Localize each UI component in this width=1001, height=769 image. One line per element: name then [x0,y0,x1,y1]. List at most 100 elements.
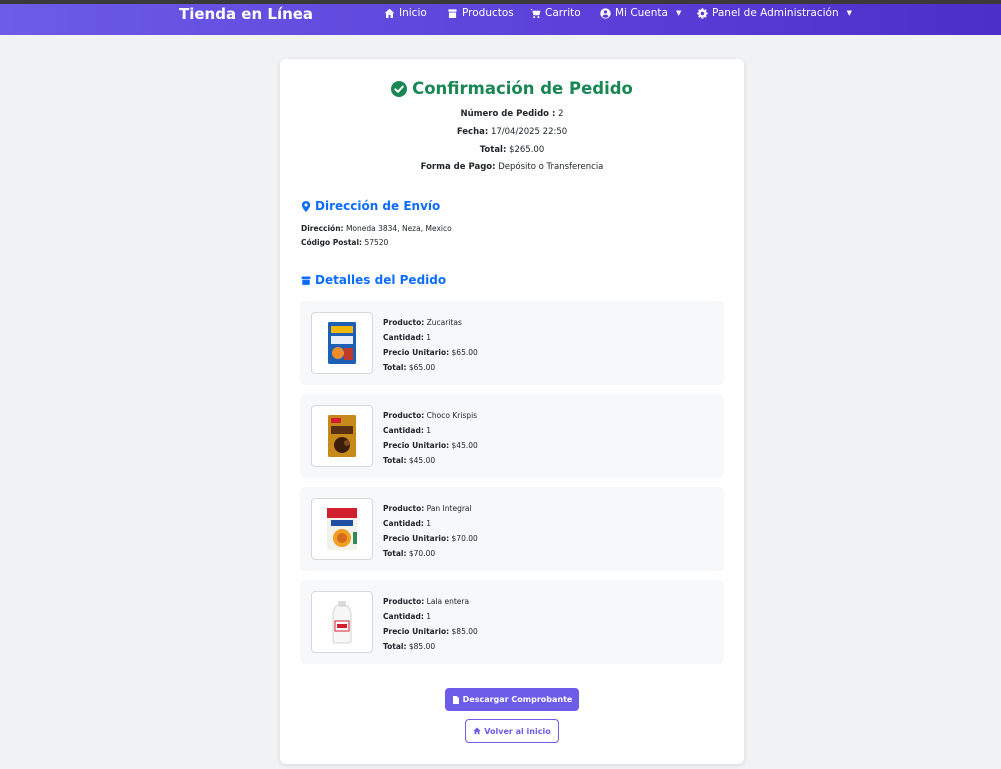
file-icon [452,695,459,704]
quantity-label: Cantidad: [383,333,424,342]
item-total-value: $85.00 [408,642,436,651]
user-circle-icon [600,7,611,19]
unit-price-label: Precio Unitario: [383,627,450,636]
nav-mi-cuenta-label: Mi Cuenta [615,7,668,19]
back-home-label: Volver al inicio [484,726,551,736]
chevron-down-icon: ▼ [846,9,853,17]
product-image [311,312,373,374]
payment-method-label: Forma de Pago: [420,162,496,172]
shipping-address-value: Moneda 3834, Neza, Mexico [345,224,452,233]
order-total-value: $265.00 [509,145,545,155]
nav-productos-label: Productos [462,7,514,19]
order-item-details: Producto: Lala entera Cantidad: 1 Precio… [383,594,478,654]
order-number-label: Número de Pedido : [460,109,556,119]
item-total-value: $65.00 [408,363,436,372]
order-date-value: 17/04/2025 22:50 [490,127,568,137]
home-icon [473,727,481,735]
order-item: Producto: Choco Krispis Cantidad: 1 Prec… [300,394,724,478]
shipping-heading: Dirección de Envío [301,199,440,213]
order-total-label: Total: [479,145,507,155]
quantity-value: 1 [426,426,432,435]
shipping-zip-line: Código Postal: 57520 [301,238,388,247]
quantity-label: Cantidad: [383,612,424,621]
cereal-box-image [327,508,357,550]
brand-link[interactable]: Tienda en Línea [179,5,313,23]
product-image [311,591,373,653]
unit-price-label: Precio Unitario: [383,348,450,357]
product-name: Choco Krispis [426,411,478,420]
quantity-label: Cantidad: [383,426,424,435]
order-confirmation-card: Confirmación de Pedido Número de Pedido … [280,59,744,764]
cart-icon [530,8,541,18]
order-total-line: Total: $265.00 [280,145,744,155]
order-number-line: Número de Pedido : 2 [280,109,744,119]
payment-method-line: Forma de Pago: Depósito o Transferencia [280,162,744,172]
box-icon [301,275,311,285]
quantity-value: 1 [426,333,432,342]
nav-carrito[interactable]: Carrito [530,7,581,19]
unit-price-value: $45.00 [451,441,478,450]
unit-price-label: Precio Unitario: [383,441,450,450]
quantity-value: 1 [426,519,432,528]
product-label: Producto: [383,411,425,420]
nav-admin-panel-label: Panel de Administración [712,7,839,19]
order-date-label: Fecha: [456,127,489,137]
quantity-label: Cantidad: [383,519,424,528]
product-name: Pan Integral [426,504,472,513]
milk-bottle-image [332,601,352,644]
item-total-label: Total: [383,363,407,372]
gear-icon [697,7,708,19]
shipping-address-line: Dirección: Moneda 3834, Neza, Mexico [301,224,452,233]
shipping-zip-label: Código Postal: [301,238,363,247]
order-item-details: Producto: Zucaritas Cantidad: 1 Precio U… [383,315,478,375]
details-heading-text: Detalles del Pedido [315,273,447,287]
order-item: Producto: Lala entera Cantidad: 1 Precio… [300,580,724,664]
order-item: Producto: Zucaritas Cantidad: 1 Precio U… [300,301,724,385]
item-total-value: $70.00 [408,549,436,558]
order-date-line: Fecha: 17/04/2025 22:50 [280,127,744,137]
nav-productos[interactable]: Productos [447,7,514,19]
cereal-box-image [328,415,356,457]
shipping-zip-value: 57520 [364,238,389,247]
download-receipt-button[interactable]: Descargar Comprobante [445,688,579,711]
shipping-heading-text: Dirección de Envío [315,199,441,213]
page-title-text: Confirmación de Pedido [412,79,633,98]
product-image [311,498,373,560]
product-name: Lala entera [426,597,470,606]
shipping-address-label: Dirección: [301,224,344,233]
check-circle-icon [391,80,408,97]
order-item-details: Producto: Pan Integral Cantidad: 1 Preci… [383,501,478,561]
map-marker-icon [301,200,311,212]
unit-price-value: $85.00 [451,627,478,636]
unit-price-label: Precio Unitario: [383,534,450,543]
product-name: Zucaritas [426,318,462,327]
item-total-label: Total: [383,456,407,465]
nav-inicio[interactable]: Inicio [384,7,427,19]
home-icon [384,8,395,18]
order-item-details: Producto: Choco Krispis Cantidad: 1 Prec… [383,408,478,468]
unit-price-value: $70.00 [451,534,478,543]
download-receipt-label: Descargar Comprobante [462,695,573,704]
nav-mi-cuenta[interactable]: Mi Cuenta ▼ [600,7,681,19]
item-total-label: Total: [383,549,407,558]
nav-admin-panel[interactable]: Panel de Administración ▼ [697,7,852,19]
nav-inicio-label: Inicio [399,7,427,19]
chevron-down-icon: ▼ [675,9,682,17]
navbar: Tienda en Línea Inicio Productos Carrito… [0,4,1001,35]
back-home-button[interactable]: Volver al inicio [465,719,559,743]
page-title: Confirmación de Pedido [280,79,744,98]
details-heading: Detalles del Pedido [301,273,446,287]
box-icon [448,8,457,18]
product-image [311,405,373,467]
product-label: Producto: [383,597,425,606]
item-total-value: $45.00 [408,456,436,465]
order-number-value: 2 [558,109,564,119]
product-label: Producto: [383,318,425,327]
cereal-box-image [328,322,356,364]
order-item: Producto: Pan Integral Cantidad: 1 Preci… [300,487,724,571]
product-label: Producto: [383,504,425,513]
quantity-value: 1 [426,612,432,621]
item-total-label: Total: [383,642,407,651]
unit-price-value: $65.00 [451,348,478,357]
payment-method-value: Depósito o Transferencia [498,162,604,172]
